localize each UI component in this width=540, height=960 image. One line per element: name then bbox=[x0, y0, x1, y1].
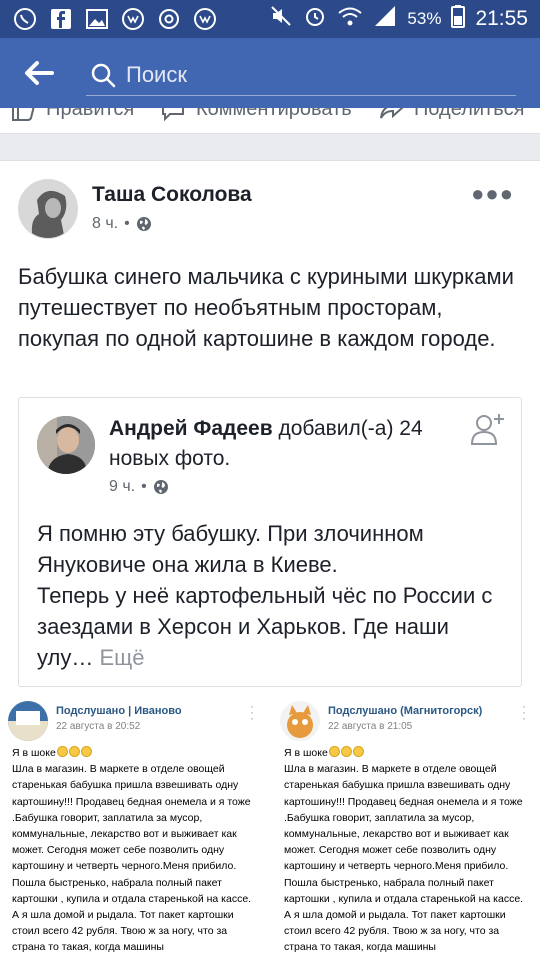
post-author[interactable]: Таша Соколова bbox=[92, 183, 252, 207]
shared-post[interactable]: Андрей Фадеев добавил(-а) 24 новых фото.… bbox=[18, 397, 522, 687]
search-placeholder: Поиск bbox=[126, 62, 187, 87]
shared-text: Я помню эту бабушку. При злочинном Януко… bbox=[37, 518, 507, 673]
photo-lead: Я в шоке bbox=[12, 745, 258, 761]
shared-author-avatar[interactable] bbox=[37, 416, 95, 474]
photo-lead: Я в шоке bbox=[284, 745, 530, 761]
post-options-button[interactable]: ●●● bbox=[471, 181, 514, 207]
photo-text: Я в шоке Шла в магазин. В маркете в отде… bbox=[12, 745, 258, 956]
like-button[interactable]: Нравится bbox=[10, 108, 134, 122]
alarm-icon bbox=[303, 4, 327, 34]
shared-meta: 9 ч. • bbox=[109, 478, 169, 496]
notification-icons bbox=[12, 6, 218, 32]
group-avatar bbox=[280, 701, 320, 741]
group-name: Подслушано (Магнитогорск) bbox=[328, 705, 483, 717]
search-icon bbox=[91, 63, 116, 88]
photo-body: Шла в магазин. В маркете в отделе овощей… bbox=[284, 763, 524, 954]
battery-percent: 53% bbox=[407, 9, 442, 28]
like-label: Нравится bbox=[46, 108, 135, 120]
photo-text: Я в шоке Шла в магазин. В маркете в отде… bbox=[284, 745, 530, 956]
meta-separator: • bbox=[141, 478, 147, 495]
globe-icon bbox=[136, 217, 151, 231]
see-more-link[interactable]: Ещё bbox=[99, 645, 144, 670]
post-menu-icon: · · · bbox=[522, 699, 526, 725]
globe-icon bbox=[153, 480, 168, 494]
mute-icon bbox=[269, 4, 293, 34]
vk-icon bbox=[192, 6, 218, 32]
signal-icon bbox=[373, 4, 397, 34]
post-time[interactable]: 8 ч. bbox=[92, 215, 118, 233]
vk-icon bbox=[120, 6, 146, 32]
wifi-icon bbox=[337, 4, 363, 34]
photo-grid[interactable]: Подслушано | Иваново 22 августа в 20:52 … bbox=[0, 699, 540, 960]
meta-separator: • bbox=[124, 215, 130, 232]
battery-icon bbox=[451, 4, 466, 34]
post-card: Таша Соколова 8 ч. • ●●● Бабушка синего … bbox=[0, 160, 540, 960]
author-avatar[interactable] bbox=[18, 179, 78, 239]
group-name: Подслушано | Иваново bbox=[56, 705, 182, 717]
photo-body: Шла в магазин. В маркете в отделе овощей… bbox=[12, 763, 252, 954]
comment-icon bbox=[162, 108, 184, 122]
back-button[interactable] bbox=[22, 58, 56, 88]
back-arrow-icon bbox=[25, 61, 54, 85]
comment-label: Комментировать bbox=[196, 108, 352, 120]
follow-button[interactable] bbox=[469, 410, 507, 448]
post-text: Бабушка синего мальчика с куриными шкурк… bbox=[18, 264, 514, 351]
post-menu-icon: · · · bbox=[250, 699, 254, 725]
clock: 21:55 bbox=[475, 7, 528, 30]
post-date: 22 августа в 21:05 bbox=[328, 721, 413, 732]
gallery-icon bbox=[84, 6, 110, 32]
share-label: Поделиться bbox=[414, 108, 525, 120]
facebook-icon bbox=[48, 6, 74, 32]
photo-2[interactable]: Подслушано (Магнитогорск) 22 августа в 2… bbox=[276, 699, 538, 960]
system-indicators: 53% 21:55 bbox=[269, 4, 528, 34]
app-bar: Поиск bbox=[0, 38, 540, 108]
whatsapp-icon bbox=[12, 6, 38, 32]
status-bar: 53% 21:55 bbox=[0, 0, 540, 38]
post-meta: 8 ч. • bbox=[92, 215, 152, 233]
add-friend-icon bbox=[470, 414, 504, 445]
shared-header: Андрей Фадеев добавил(-а) 24 новых фото. bbox=[109, 414, 469, 474]
comment-button[interactable]: Комментировать bbox=[160, 108, 352, 122]
search-field[interactable]: Поиск bbox=[86, 56, 516, 96]
share-button[interactable]: Поделиться bbox=[378, 108, 524, 122]
share-icon bbox=[380, 108, 404, 119]
shared-author[interactable]: Андрей Фадеев bbox=[109, 417, 273, 440]
shared-time[interactable]: 9 ч. bbox=[109, 478, 135, 496]
group-avatar bbox=[8, 701, 48, 741]
previous-post-actions: Нравится Комментировать Поделиться bbox=[0, 108, 540, 134]
like-icon bbox=[12, 108, 35, 121]
photo-1[interactable]: Подслушано | Иваново 22 августа в 20:52 … bbox=[4, 699, 266, 960]
at-icon bbox=[156, 6, 182, 32]
post-date: 22 августа в 20:52 bbox=[56, 721, 141, 732]
